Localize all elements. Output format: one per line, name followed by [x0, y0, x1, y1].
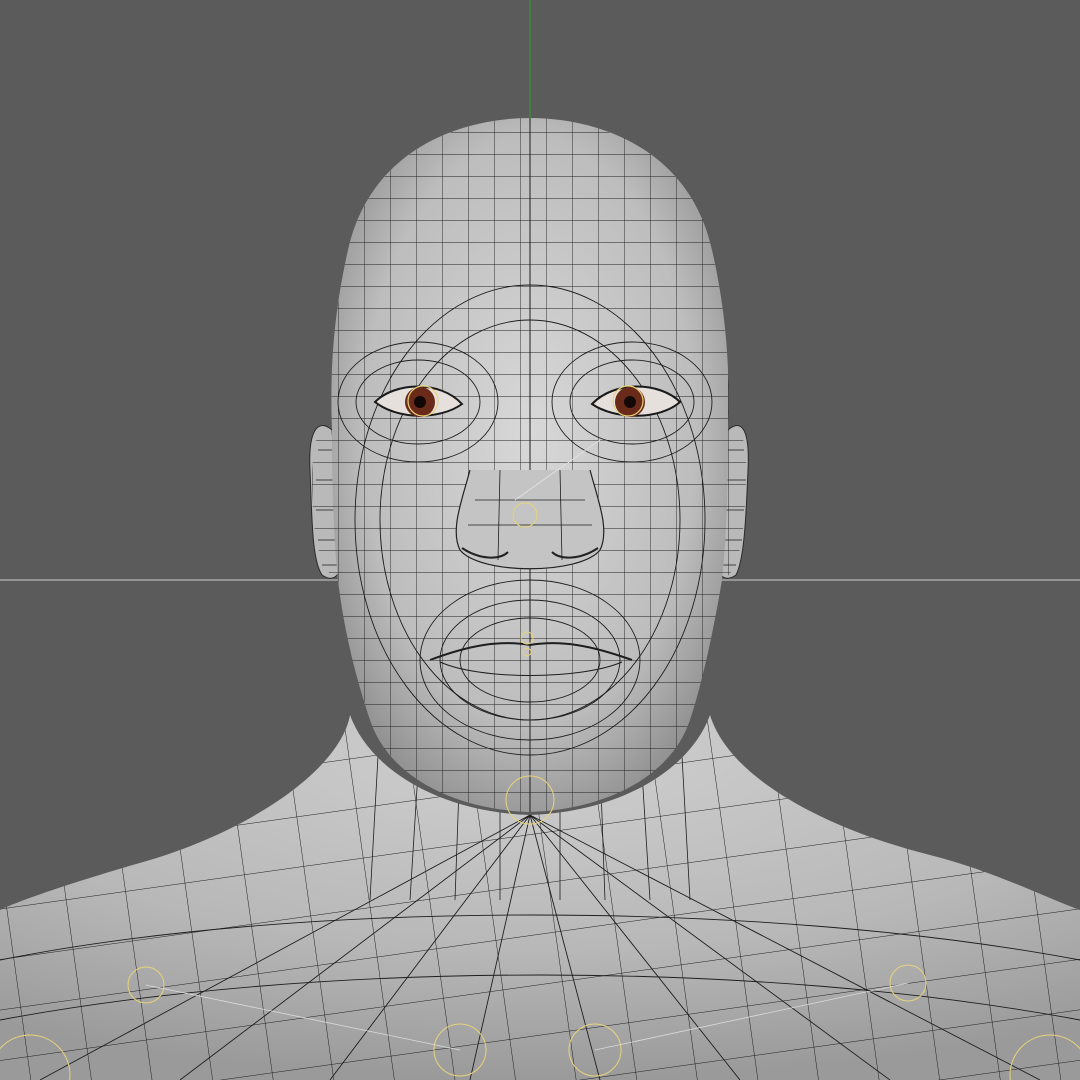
- 3d-viewport[interactable]: [0, 0, 1080, 1080]
- viewport-canvas[interactable]: [0, 0, 1080, 1080]
